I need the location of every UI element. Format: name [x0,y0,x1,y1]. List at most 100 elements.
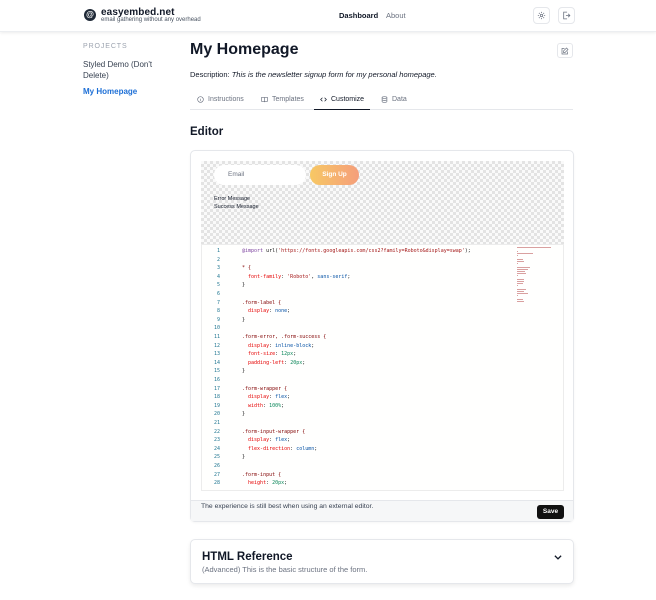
code-token: flex [275,394,288,401]
code-token: * { [242,265,252,272]
book-open-icon [261,96,268,103]
minimap-line [517,267,530,268]
code-token: display [242,394,270,401]
code-token: .form-input { [242,471,282,478]
tab-customize-label: Customize [331,95,365,103]
line-number: 28 [213,480,220,487]
minimap-line [517,283,524,284]
code-minimap[interactable] [517,247,557,307]
code-token: inline-block [275,342,312,349]
sidebar-item-styled-demo[interactable]: Styled Demo (Don't Delete) [83,59,173,81]
code-token: flex-direction [242,445,291,452]
code-token: ; [293,351,297,358]
code-token: flex [275,437,288,444]
code-token: } [242,411,246,418]
minimap-line [517,259,523,260]
info-circle-icon [197,96,204,103]
code-token: 'https://fonts.googleapis.com/css2?famil… [278,248,465,254]
code-token: ; [284,480,288,487]
html-reference-title: HTML Reference [202,551,293,563]
css-code-editor[interactable]: 1 @import url('https://fonts.googleapis.c… [201,244,564,491]
minimap-line [517,251,519,252]
database-icon [381,96,388,103]
code-token: column [296,445,315,452]
minimap-line [517,291,525,292]
html-reference-card[interactable]: HTML Reference (Advanced) This is the ba… [190,539,574,584]
preview-error-message: Error Message [214,196,251,202]
code-token: .form-error, .form-success { [242,334,327,340]
code-token: .form-input-wrapper { [242,428,306,435]
code-token: padding-left [242,359,285,366]
chevron-down-icon[interactable] [553,552,563,562]
editor-heading: Editor [190,126,224,138]
code-token: 'Roboto' [287,273,312,280]
logout-button[interactable] [558,7,575,24]
code-token: ); [464,248,471,254]
minimap-line [517,301,524,302]
code-token: 20px [290,359,303,366]
code-token: .form-label { [242,299,282,306]
tab-templates[interactable]: Templates [255,89,310,110]
minimap-line [517,271,526,272]
preview-email-input[interactable]: Email [214,165,306,185]
code-token: font-family [242,273,282,280]
code-token: ; [311,342,315,349]
code-token: ; [314,445,318,452]
project-tabs: Instructions Templates Customize Data [190,89,573,110]
minimap-line [517,293,529,294]
projects-heading: PROJECTS [83,43,128,50]
code-token: ; [302,359,306,366]
code-token: display [242,342,270,349]
tab-templates-label: Templates [272,96,304,103]
code-token: } [242,368,246,375]
code-token: } [242,282,246,289]
project-description: Description: This is the newsletter sign… [190,70,437,79]
minimap-line [517,273,527,274]
save-button[interactable]: Save [537,505,564,519]
settings-button[interactable] [533,7,550,24]
minimap-line [517,253,534,254]
code-token: 12px [281,351,294,358]
minimap-line [517,281,525,282]
description-label: Description: [190,70,230,79]
code-token: ; [287,308,291,315]
code-token: none [275,308,288,315]
code-token: height [242,480,267,487]
top-navigation-bar: @ easyembed.net email gathering without … [0,0,656,32]
code-token: .form-wrapper { [242,385,288,392]
tab-instructions[interactable]: Instructions [191,89,250,110]
code-token: 100% [269,402,282,409]
code-token: } [242,316,246,323]
code-token: sans-serif [317,273,348,280]
minimap-line [517,247,552,248]
html-reference-subtitle: (Advanced) This is the basic structure o… [202,565,368,574]
brand-tagline: email gathering without any overhead [101,17,201,23]
minimap-line [517,289,527,290]
minimap-line [517,279,524,280]
nav-about-link[interactable]: About [386,11,406,20]
preview-success-message: Success Message [214,204,259,210]
code-token: font-size [242,351,276,358]
tab-data[interactable]: Data [375,89,413,110]
editor-status-text: The experience is still best when using … [201,503,374,510]
tab-customize[interactable]: Customize [314,89,371,110]
nav-dashboard-link[interactable]: Dashboard [339,11,378,20]
code-token: display [242,437,270,444]
edit-project-button[interactable] [557,43,573,58]
tab-data-label: Data [392,96,407,103]
tab-instructions-label: Instructions [208,96,244,103]
sidebar-item-my-homepage[interactable]: My Homepage [83,86,173,97]
preview-signup-button[interactable]: Sign Up [310,165,359,185]
code-token: ; [281,402,285,409]
description-text: This is the newsletter signup form for m… [231,70,437,79]
minimap-line [517,269,528,270]
code-token: ; [287,394,291,401]
code-token: @import [242,248,267,254]
pencil-square-icon [561,47,569,54]
brand-logo-icon[interactable]: @ [84,9,96,21]
code-token: url( [266,248,279,254]
page-title: My Homepage [190,41,299,58]
minimap-line [517,261,525,262]
gear-icon [537,11,546,20]
form-preview: Email Sign Up Error Message Success Mess… [201,161,564,245]
